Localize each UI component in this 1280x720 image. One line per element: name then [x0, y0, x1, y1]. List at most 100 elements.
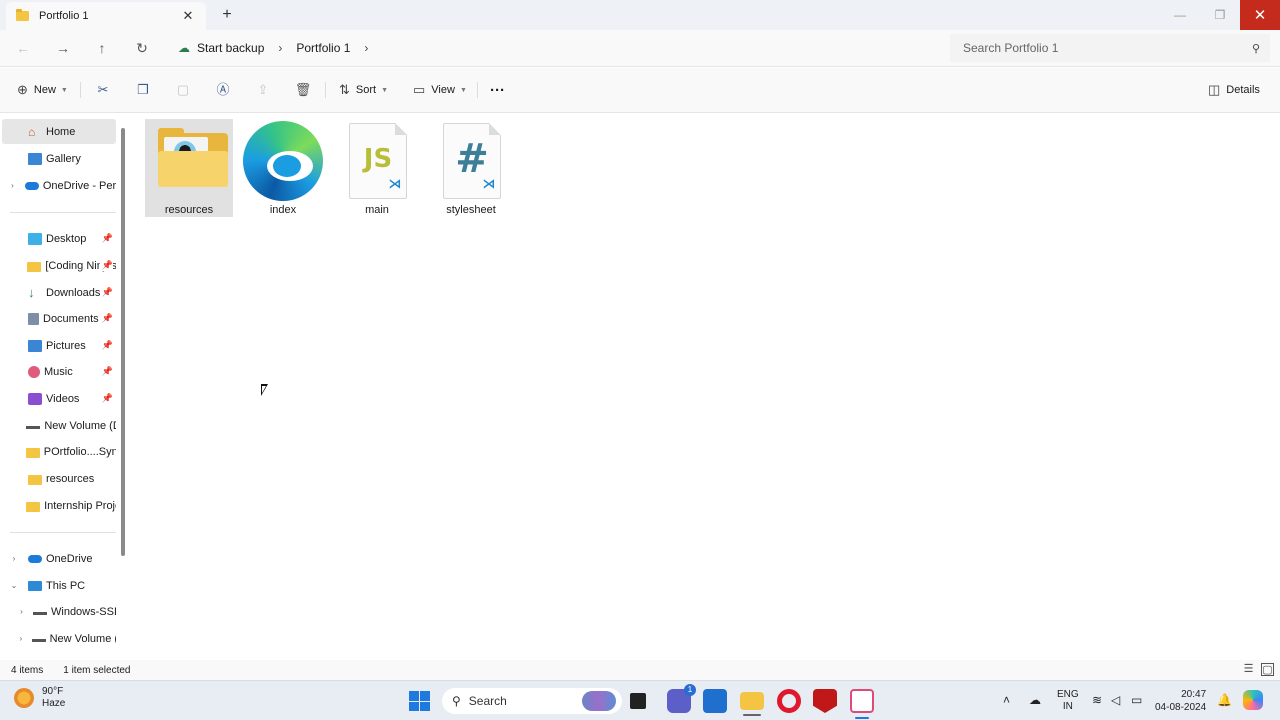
sidebar-item-this-pc[interactable]: ⌄ This PC — [2, 573, 116, 598]
task-view-icon[interactable] — [630, 693, 646, 709]
minimize-button[interactable]: — — [1160, 0, 1200, 30]
search-icon[interactable]: ⚲ — [1252, 42, 1260, 55]
sidebar-item-pictures[interactable]: Pictures 📌 — [2, 333, 116, 358]
mouse-cursor — [261, 384, 268, 396]
maximize-button[interactable]: ❐ — [1200, 0, 1240, 30]
file-explorer-icon[interactable] — [740, 692, 764, 716]
start-button[interactable] — [407, 689, 431, 713]
sidebar-item-coding-ninjas[interactable]: [Coding Ninjas] 📌 — [2, 253, 116, 278]
forward-arrow-icon[interactable]: → — [52, 38, 74, 58]
weather-icon — [14, 688, 34, 708]
time: 20:47 — [1181, 689, 1207, 700]
search-input[interactable]: Search Portfolio 1 ⚲ — [950, 34, 1270, 62]
language-indicator[interactable]: ENG IN — [1057, 681, 1079, 720]
copy-icon[interactable]: ❐ — [133, 80, 153, 100]
breadcrumb-current[interactable]: Portfolio 1 — [296, 41, 350, 55]
onedrive-tray-icon[interactable]: ☁ — [1029, 693, 1041, 707]
sort-button[interactable]: ⇅ Sort ▼ — [339, 80, 388, 100]
file-item-index[interactable]: index — [239, 119, 327, 217]
back-arrow-icon[interactable]: ← — [12, 38, 34, 58]
close-window-button[interactable]: ✕ — [1240, 0, 1280, 30]
breadcrumb-chevron-icon[interactable]: › — [364, 41, 368, 55]
new-button[interactable]: ⊕ New ▼ — [17, 80, 68, 100]
mcafee-icon[interactable] — [813, 689, 837, 713]
file-item-stylesheet[interactable]: # ⋊ stylesheet — [427, 119, 515, 217]
volume-icon[interactable]: ◁ — [1111, 693, 1120, 707]
file-item-main[interactable]: JS ⋊ main — [333, 119, 421, 217]
breadcrumb-chevron-icon[interactable]: › — [278, 41, 282, 55]
sidebar-item-documents[interactable]: Documents 📌 — [2, 306, 116, 331]
close-tab-icon[interactable]: ✕ — [180, 8, 196, 24]
wifi-icon[interactable]: ≋ — [1092, 693, 1102, 707]
status-bar: 4 items 1 item selected ☰ ▢ — [0, 660, 1280, 680]
sidebar-label: Gallery — [46, 152, 81, 165]
more-options-icon[interactable]: ··· — [490, 80, 505, 100]
chevron-down-icon[interactable]: ⌄ — [8, 581, 20, 590]
plus-circle-icon: ⊕ — [17, 82, 28, 97]
sidebar-item-new-volume-d[interactable]: New Volume (D:) — [2, 413, 116, 438]
opera-browser-icon[interactable] — [777, 689, 801, 713]
sidebar-item-portfolio-syntax[interactable]: POrtfolio....Syntax — [2, 439, 116, 464]
file-name: main — [365, 204, 389, 216]
tab-portfolio-1[interactable]: Portfolio 1 ✕ — [6, 2, 206, 30]
sidebar-item-desktop[interactable]: Desktop 📌 — [2, 226, 116, 251]
sidebar-item-onedrive-personal[interactable]: › OneDrive - Personal — [2, 173, 116, 198]
up-arrow-icon[interactable]: ↑ — [91, 38, 113, 58]
sidebar-item-onedrive[interactable]: › OneDrive — [2, 546, 116, 571]
js-file-icon: JS ⋊ — [337, 121, 417, 199]
backup-cloud-icon: ☁ — [178, 41, 190, 55]
chevron-right-icon[interactable]: › — [16, 634, 26, 643]
sidebar-item-music[interactable]: Music 📌 — [2, 359, 116, 384]
chevron-right-icon[interactable]: › — [8, 181, 17, 190]
share-icon[interactable]: ⇪ — [253, 80, 273, 100]
microsoft-store-icon[interactable] — [703, 689, 727, 713]
copilot-icon[interactable] — [1243, 690, 1263, 710]
refresh-icon[interactable]: ↻ — [131, 38, 153, 58]
battery-icon[interactable]: ▭ — [1131, 693, 1142, 707]
chevron-right-icon[interactable]: › — [16, 607, 27, 616]
sidebar-item-videos[interactable]: Videos 📌 — [2, 386, 116, 411]
clock[interactable]: 20:47 04-08-2024 — [1155, 681, 1206, 720]
file-view[interactable]: resources index JS ⋊ main # ⋊ stylesheet — [132, 114, 1280, 660]
edge-icon — [243, 121, 323, 201]
new-tab-button[interactable]: + — [218, 6, 236, 24]
start-backup-link[interactable]: Start backup — [197, 41, 264, 55]
sidebar-item-resources[interactable]: resources — [2, 466, 116, 491]
snipping-tool-icon[interactable] — [850, 689, 874, 719]
large-icons-view-icon[interactable]: ▢ — [1261, 663, 1274, 676]
delete-icon[interactable]: 🗑 — [293, 80, 313, 100]
notification-bell-icon[interactable]: 🔔 — [1217, 693, 1232, 707]
pictures-icon — [28, 339, 42, 352]
taskbar-search[interactable]: ⚲ Search — [442, 688, 622, 714]
paste-icon[interactable]: ▢ — [173, 80, 193, 100]
details-view-icon[interactable]: ☰ — [1242, 663, 1255, 676]
teams-chat-icon[interactable]: 1 — [667, 684, 696, 713]
sidebar-item-downloads[interactable]: ↓ Downloads 📌 — [2, 280, 116, 305]
sidebar-item-internship-project[interactable]: Internship Project — [2, 493, 116, 518]
home-icon: ⌂ — [28, 124, 36, 139]
weather-widget[interactable]: 90°F Haze — [14, 686, 65, 710]
sidebar-item-gallery[interactable]: Gallery — [2, 146, 116, 171]
chevron-up-icon[interactable]: ˄ — [1003, 693, 1010, 707]
file-item-resources[interactable]: resources — [145, 119, 233, 217]
drive-icon — [26, 426, 41, 429]
tab-title: Portfolio 1 — [39, 10, 89, 22]
sidebar-item-windows-ssd[interactable]: › Windows-SSD — [2, 599, 116, 624]
pin-icon: 📌 — [99, 260, 113, 271]
sort-label: Sort — [355, 84, 377, 96]
cut-icon[interactable]: ✂ — [93, 80, 113, 100]
onedrive-cloud-icon — [24, 181, 39, 190]
sidebar-item-new-volume[interactable]: › New Volume (D:) — [2, 626, 116, 651]
rename-icon[interactable]: Ⓐ — [213, 80, 233, 100]
sidebar-scrollbar[interactable] — [121, 128, 125, 556]
details-button[interactable]: ◫ Details — [1208, 80, 1260, 100]
view-button[interactable]: ▭ View ▼ — [413, 80, 467, 100]
sidebar-item-home[interactable]: ⌂ Home — [2, 119, 116, 144]
chevron-right-icon[interactable]: › — [8, 554, 20, 563]
chevron-down-icon: ▼ — [60, 86, 68, 94]
download-icon: ↓ — [28, 284, 35, 300]
pin-icon: 📌 — [99, 366, 113, 377]
command-bar: ⊕ New ▼ ✂ ❐ ▢ Ⓐ ⇪ 🗑 ⇅ Sort ▼ ▭ View ▼ ··… — [0, 68, 1280, 113]
sidebar-label: Pictures — [46, 339, 86, 352]
address-bar[interactable]: ☁ Start backup › Portfolio 1 › — [170, 34, 940, 62]
